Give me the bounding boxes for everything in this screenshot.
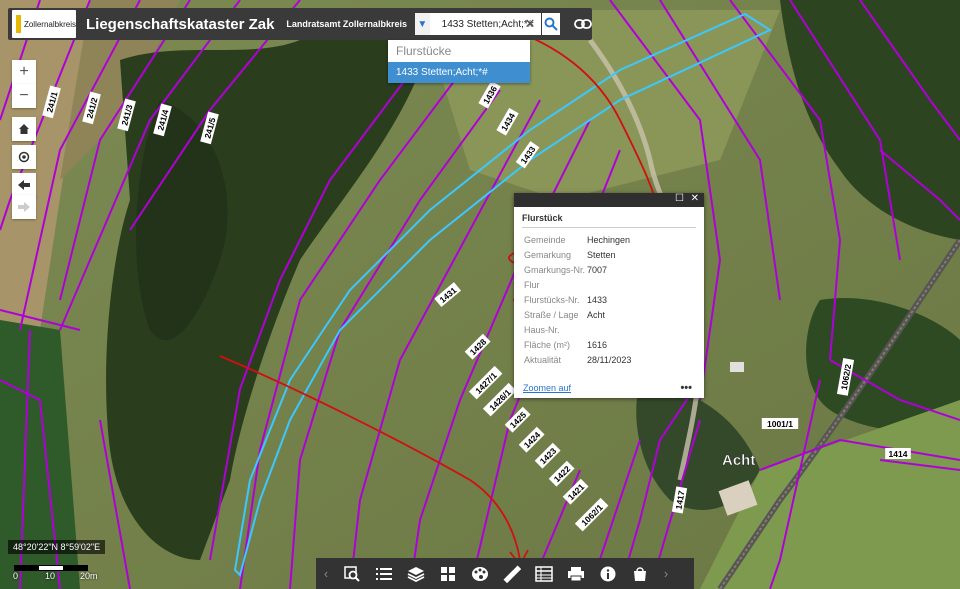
coordinate-display: 48°20'22"N 8°59'02"E xyxy=(8,540,106,554)
chevron-down-icon: ▼ xyxy=(417,18,428,30)
palette-icon xyxy=(472,566,488,581)
plus-icon: + xyxy=(19,63,29,80)
popup-row-value: 1433 xyxy=(587,294,608,305)
popup-row-key: Straße / Lage xyxy=(524,309,579,320)
coat-of-arms-icon xyxy=(16,15,21,33)
popup-row: Flur xyxy=(514,277,704,292)
share-link-button[interactable] xyxy=(574,14,592,34)
popup-heading: Flurstück xyxy=(522,213,696,228)
bag-icon xyxy=(634,566,646,581)
legend-button[interactable] xyxy=(368,558,400,589)
table-icon xyxy=(535,565,553,582)
toolbar-prev-button[interactable]: ‹ xyxy=(316,558,336,589)
search-suggestions: Flurstücke 1433 Stetten;Acht;*# xyxy=(388,40,530,83)
suggestions-header: Flurstücke xyxy=(396,44,452,58)
clear-search-icon[interactable]: ✕ xyxy=(524,16,535,32)
link-icon xyxy=(574,19,592,29)
home-button[interactable] xyxy=(12,117,36,141)
locate-icon xyxy=(18,151,30,163)
search-scope-dropdown[interactable]: ▼ xyxy=(414,13,430,35)
popup-row-value: Hechingen xyxy=(587,234,631,245)
popup-row: Gemarkung Stetten xyxy=(514,247,704,262)
basemap-button[interactable] xyxy=(432,558,464,589)
popup-row-value: 1616 xyxy=(587,339,608,350)
map-canvas[interactable]: 241/1 241/2 241/3 241/4 241/5143614341433143… xyxy=(0,0,960,589)
print-button[interactable] xyxy=(560,558,592,589)
locate-button[interactable] xyxy=(12,145,36,169)
popup-row-key: Fläche (m²) xyxy=(524,339,571,350)
feature-info-popup: ☐ ✕ Flurstück Gemeinde Hechingen Gemarkung… xyxy=(514,193,704,398)
zoom-in-button[interactable]: + xyxy=(12,60,36,84)
popup-row-key: Gemarkung xyxy=(524,249,572,260)
popup-row-value: Acht xyxy=(587,309,606,320)
shop-button[interactable] xyxy=(624,558,656,589)
popup-row-value: Stetten xyxy=(587,249,616,260)
close-icon[interactable]: ✕ xyxy=(691,193,699,204)
popup-row-key: Gmarkungs-Nr. xyxy=(524,264,586,275)
popup-row: Gemeinde Hechingen xyxy=(514,232,704,247)
bottom-toolbar: ‹ › xyxy=(316,558,694,589)
maximize-icon[interactable]: ☐ xyxy=(675,193,684,204)
popup-row-value: 7007 xyxy=(587,264,608,275)
search-map-icon xyxy=(344,565,360,582)
logo-text: Zollernalbkreis xyxy=(23,19,76,29)
arrow-right-icon xyxy=(18,202,30,212)
layers-button[interactable] xyxy=(400,558,432,589)
popup-row-value: 28/11/2023 xyxy=(587,354,632,365)
scale-label-0: 0 xyxy=(13,571,19,581)
parcel-label: 1001/1 xyxy=(761,418,799,429)
style-button[interactable] xyxy=(464,558,496,589)
popup-row: Fläche (m²) 1616 xyxy=(514,337,704,352)
popup-row-key: Flurstücks-Nr. xyxy=(524,294,580,305)
measure-button[interactable] xyxy=(496,558,528,589)
suggestion-item[interactable]: 1433 Stetten;Acht;*# xyxy=(388,62,530,83)
scale-label-20m: 20m xyxy=(80,571,98,581)
app-title: Liegenschaftskataster Zak xyxy=(86,15,275,33)
zoom-to-link[interactable]: Zoomen auf xyxy=(523,383,571,393)
more-options-icon[interactable]: ••• xyxy=(680,382,692,394)
popup-row-key: Gemeinde xyxy=(524,234,566,245)
back-button[interactable] xyxy=(12,173,36,197)
print-icon xyxy=(568,566,584,581)
scale-label-10: 10 xyxy=(45,571,56,581)
top-bar: Zollernalbkreis Liegenschaftskataster Za… xyxy=(8,8,592,40)
search-icon xyxy=(544,17,558,31)
popup-row: Haus-Nr. xyxy=(514,322,704,337)
popup-row: Flurstücks-Nr. 1433 xyxy=(514,292,704,307)
minus-icon: − xyxy=(19,87,29,104)
info-icon xyxy=(600,566,616,581)
parcel-label: 1414 xyxy=(885,448,911,459)
popup-row: Aktualität 28/11/2023 xyxy=(514,352,704,367)
place-label-acht: Acht xyxy=(722,452,755,469)
search-input[interactable]: 1433 Stetten;Acht;*# ✕ xyxy=(429,13,542,35)
zoom-out-button[interactable]: − xyxy=(12,84,36,108)
search-input-value: 1433 Stetten;Acht;*# xyxy=(441,18,534,30)
layers-icon xyxy=(407,566,425,582)
parcel-label-text: 1414 xyxy=(889,449,908,459)
popup-row-key: Flur xyxy=(524,279,540,290)
legend-list-icon xyxy=(376,567,392,580)
popup-row: Straße / Lage Acht xyxy=(514,307,704,322)
parcel-label-text: 1001/1 xyxy=(767,419,793,429)
popup-attribute-list: Gemeinde Hechingen Gemarkung Stetten Gmarkun… xyxy=(514,232,704,367)
popup-row-key: Aktualität xyxy=(524,354,562,365)
forward-button[interactable] xyxy=(12,195,36,219)
app-subtitle: Landratsamt Zollernalbkreis xyxy=(286,19,407,29)
search-map-button[interactable] xyxy=(336,558,368,589)
popup-row-key: Haus-Nr. xyxy=(524,324,560,335)
search-button[interactable] xyxy=(542,13,560,35)
popup-row: Gmarkungs-Nr. 7007 xyxy=(514,262,704,277)
info-button[interactable] xyxy=(592,558,624,589)
arrow-left-icon xyxy=(18,180,30,190)
home-icon xyxy=(19,124,29,134)
attribute-table-button[interactable] xyxy=(528,558,560,589)
popup-titlebar: ☐ ✕ xyxy=(514,193,704,207)
logo: Zollernalbkreis xyxy=(12,10,76,38)
grid-icon xyxy=(441,566,455,581)
ruler-icon xyxy=(503,565,521,583)
toolbar-next-button[interactable]: › xyxy=(656,558,676,589)
